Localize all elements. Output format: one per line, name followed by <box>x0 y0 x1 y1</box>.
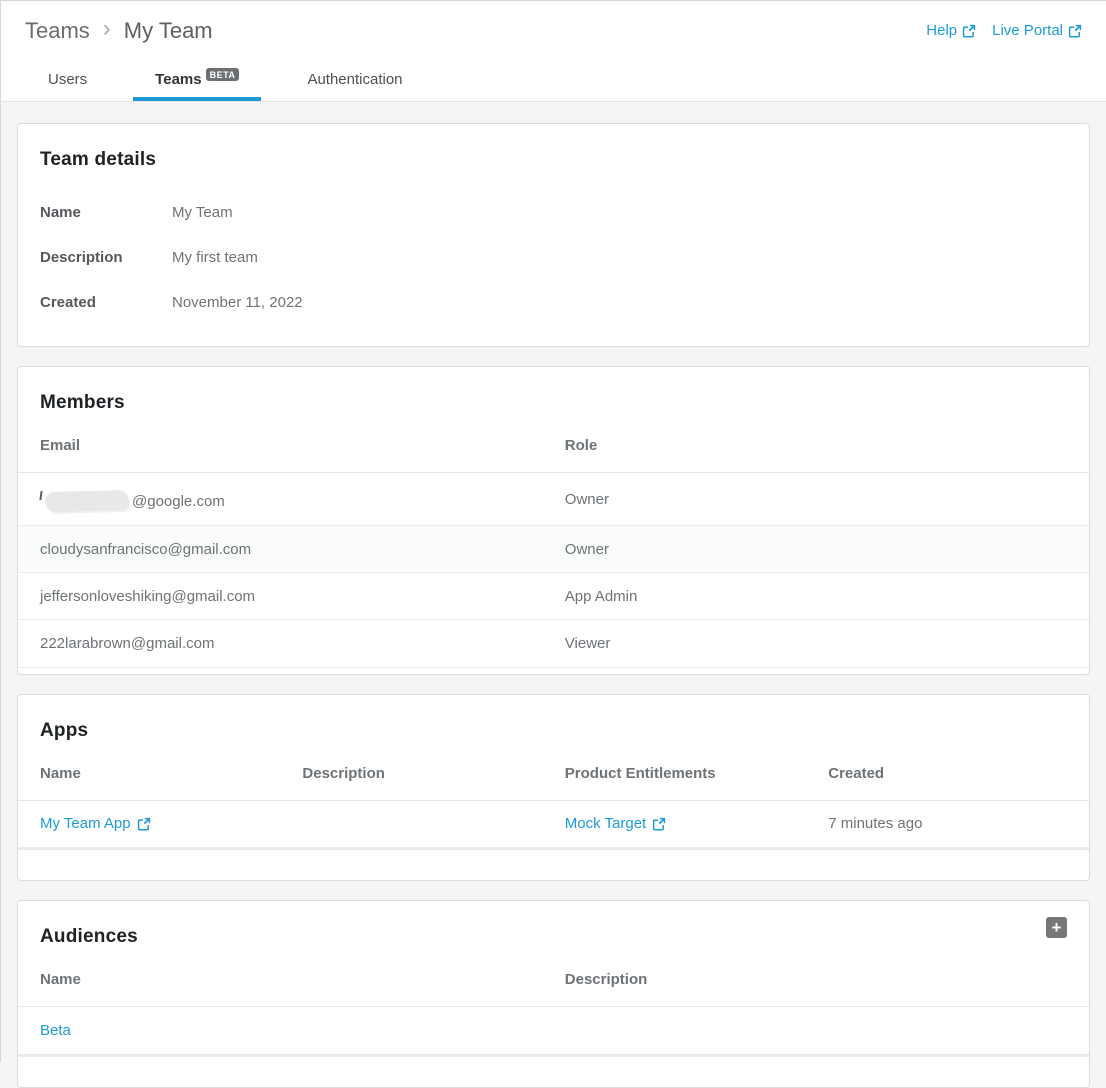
member-email-cell: @google.com <box>18 473 543 526</box>
member-email-cell: jeffersonloveshiking@gmail.com <box>18 573 543 620</box>
member-row: cloudysanfrancisco@gmail.com Owner <box>18 526 1089 573</box>
team-details-rows: Name My Team Description My first team C… <box>18 171 1089 346</box>
member-email-cell: cloudysanfrancisco@gmail.com <box>18 526 543 573</box>
breadcrumb: Teams › My Team <box>25 17 1082 44</box>
chevron-right-icon: › <box>103 17 111 44</box>
members-title: Members <box>18 367 1089 414</box>
detail-row-name: Name My Team <box>40 203 1067 222</box>
app-created-cell: 7 minutes ago <box>806 800 1089 847</box>
breadcrumb-teams-link[interactable]: Teams <box>25 18 90 44</box>
app-name-label: My Team App <box>40 815 131 832</box>
audience-name-cell: Beta <box>18 1007 543 1054</box>
audiences-table-footer <box>18 1054 1089 1087</box>
add-audience-button[interactable]: + <box>1046 917 1067 938</box>
apps-table-footer <box>18 847 1089 880</box>
live-portal-link[interactable]: Live Portal <box>992 22 1082 39</box>
member-email: @google.com <box>40 491 225 511</box>
audiences-header-row: Name Description <box>18 961 1089 1007</box>
column-header-created: Created <box>806 755 1089 801</box>
column-header-description: Description <box>543 961 1089 1007</box>
breadcrumb-current-team: My Team <box>124 18 213 44</box>
member-row: jeffersonloveshiking@gmail.com App Admin <box>18 573 1089 620</box>
audiences-table: Name Description Beta <box>18 961 1089 1054</box>
column-header-name: Name <box>18 755 280 801</box>
redacted-email-blob <box>45 490 129 512</box>
header-links: Help Live Portal <box>926 22 1082 39</box>
detail-value: November 11, 2022 <box>172 293 303 312</box>
help-link-label: Help <box>926 22 957 39</box>
detail-row-description: Description My first team <box>40 248 1067 267</box>
member-role-cell: Owner <box>543 526 1089 573</box>
external-link-icon <box>1068 24 1082 38</box>
member-email-cell: 222larabrown@gmail.com <box>18 620 543 667</box>
column-header-email: Email <box>18 427 543 473</box>
help-link[interactable]: Help <box>926 22 976 39</box>
detail-value: My Team <box>172 203 233 222</box>
detail-value: My first team <box>172 248 258 267</box>
audience-name-label: Beta <box>40 1022 71 1039</box>
tab-users[interactable]: Users <box>26 63 109 101</box>
column-header-description: Description <box>280 755 542 801</box>
audiences-card: Audiences + Name Description Beta <box>17 900 1090 1088</box>
product-entitlement-link[interactable]: Mock Target <box>565 815 666 832</box>
app-product-entitlements-cell: Mock Target <box>543 800 806 847</box>
audience-description-cell <box>543 1007 1089 1054</box>
detail-label: Description <box>40 248 172 267</box>
external-link-icon <box>962 24 976 38</box>
members-table-bottom-spacer <box>18 667 1089 674</box>
team-details-title: Team details <box>18 124 1089 171</box>
beta-badge: BETA <box>206 68 240 81</box>
external-link-icon <box>652 817 666 831</box>
external-link-icon <box>137 817 151 831</box>
member-role-cell: Owner <box>543 473 1089 526</box>
tab-authentication-label: Authentication <box>307 71 402 88</box>
detail-label: Name <box>40 203 172 222</box>
tab-users-label: Users <box>48 71 87 88</box>
plus-icon: + <box>1052 918 1062 937</box>
detail-label: Created <box>40 293 172 312</box>
app-name-link[interactable]: My Team App <box>40 815 151 832</box>
apps-table: Name Description Product Entitlements Cr… <box>18 755 1089 848</box>
redaction-mark <box>39 491 42 500</box>
app-description-cell <box>280 800 542 847</box>
apps-title: Apps <box>18 695 1089 742</box>
apps-header-row: Name Description Product Entitlements Cr… <box>18 755 1089 801</box>
main-content: Team details Name My Team Description My… <box>1 102 1106 1088</box>
column-header-name: Name <box>18 961 543 1007</box>
column-header-role: Role <box>543 427 1089 473</box>
members-table: Email Role @google.com Owner cloudysanfr… <box>18 427 1089 667</box>
tab-teams-label: Teams <box>155 71 201 88</box>
page-header: Teams › My Team Help Live Portal <box>1 1 1106 102</box>
tab-authentication[interactable]: Authentication <box>285 63 424 101</box>
member-row: @google.com Owner <box>18 473 1089 526</box>
detail-row-created: Created November 11, 2022 <box>40 293 1067 312</box>
member-role-cell: Viewer <box>543 620 1089 667</box>
tab-teams[interactable]: Teams BETA <box>133 63 261 101</box>
member-row: 222larabrown@gmail.com Viewer <box>18 620 1089 667</box>
members-card: Members Email Role @google.com Owner clo… <box>17 366 1090 675</box>
live-portal-link-label: Live Portal <box>992 22 1063 39</box>
audience-name-link[interactable]: Beta <box>40 1022 71 1039</box>
member-role-cell: App Admin <box>543 573 1089 620</box>
team-details-card: Team details Name My Team Description My… <box>17 123 1090 347</box>
audiences-title: Audiences <box>18 901 1089 948</box>
column-header-product-entitlements: Product Entitlements <box>543 755 806 801</box>
product-entitlement-label: Mock Target <box>565 815 646 832</box>
apps-card: Apps Name Description Product Entitlemen… <box>17 694 1090 882</box>
members-header-row: Email Role <box>18 427 1089 473</box>
tab-bar: Users Teams BETA Authentication <box>25 63 1082 101</box>
audience-row: Beta <box>18 1007 1089 1054</box>
app-row: My Team App <box>18 800 1089 847</box>
app-name-cell: My Team App <box>18 800 280 847</box>
